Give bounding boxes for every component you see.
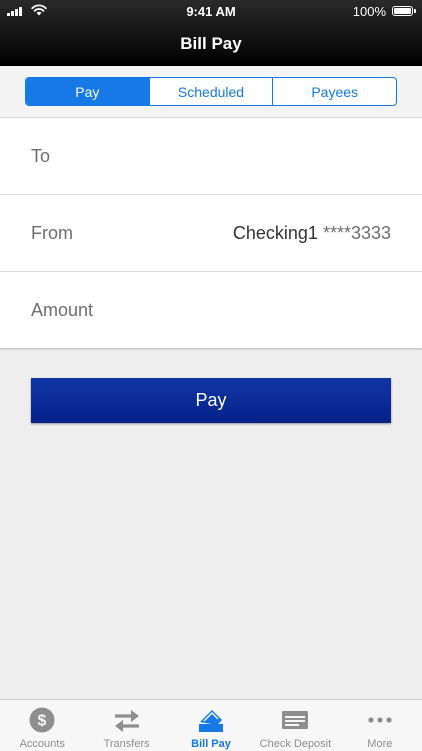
- dollar-circle-icon: $: [29, 707, 55, 733]
- from-account-name: Checking1: [232, 222, 318, 243]
- tab-bar-label: Check Deposit: [259, 738, 332, 750]
- tab-bar-item-bill-pay[interactable]: Bill Pay: [169, 700, 253, 751]
- tab-bar-item-transfers[interactable]: Transfers: [84, 700, 168, 751]
- tab-scheduled[interactable]: Scheduled: [148, 78, 273, 105]
- from-account-mask: ****3333: [322, 222, 391, 243]
- tab-payees[interactable]: Payees: [272, 78, 396, 105]
- amount-label: Amount: [31, 299, 94, 320]
- tab-bar-label: Bill Pay: [191, 738, 231, 750]
- pay-button[interactable]: Pay: [31, 378, 391, 423]
- tab-bar-label: Accounts: [19, 738, 65, 750]
- tab-bar-label: Transfers: [103, 738, 150, 750]
- tab-bar-item-accounts[interactable]: $ Accounts: [0, 700, 84, 751]
- bill-pay-form: To From Checking1 ****3333 Amount: [0, 118, 422, 348]
- page-title: Bill Pay: [180, 34, 242, 53]
- segment-bar: Pay Scheduled Payees: [0, 66, 422, 118]
- svg-text:$: $: [38, 713, 47, 730]
- battery-percent: 100%: [352, 4, 386, 19]
- more-dots-icon: [368, 717, 392, 723]
- tab-bar: $ Accounts Transfers Bill Pay Check Depo…: [0, 699, 422, 751]
- to-label: To: [31, 145, 51, 166]
- app-header: 9:41 AM 100% Bill Pay: [0, 0, 422, 66]
- battery-icon: [392, 6, 416, 16]
- amount-field[interactable]: Amount: [0, 272, 422, 348]
- bill-pay-icon: [199, 710, 224, 732]
- status-bar: 9:41 AM 100%: [0, 0, 422, 22]
- from-label: From: [31, 222, 73, 243]
- tab-bar-item-more[interactable]: More: [338, 700, 422, 751]
- from-field[interactable]: From Checking1 ****3333: [0, 195, 422, 272]
- tab-bar-label: More: [367, 738, 393, 750]
- check-icon: [282, 711, 309, 729]
- tab-pay[interactable]: Pay: [26, 78, 149, 105]
- from-account-value: Checking1 ****3333: [233, 223, 391, 244]
- tab-bar-item-check-deposit[interactable]: Check Deposit: [253, 700, 337, 751]
- transfer-arrows-icon: [114, 710, 139, 732]
- segmented-control: Pay Scheduled Payees: [25, 77, 397, 106]
- to-field[interactable]: To: [0, 118, 422, 195]
